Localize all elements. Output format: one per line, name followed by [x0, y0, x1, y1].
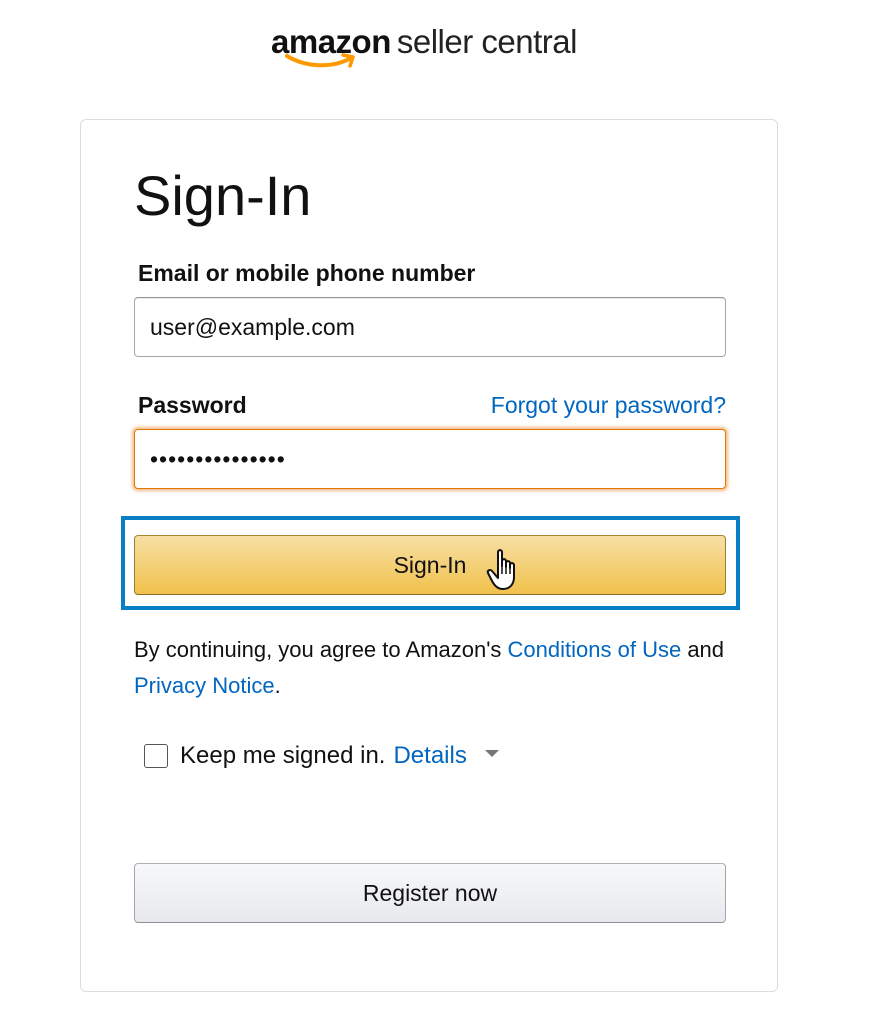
forgot-password-link[interactable]: Forgot your password? [491, 391, 726, 419]
caret-down-icon[interactable] [484, 749, 499, 757]
password-label: Password [138, 392, 247, 418]
page-title: Sign-In [134, 164, 312, 227]
legal-prefix: By continuing, you agree to Amazon's [134, 637, 508, 662]
hand-pointer-icon [486, 549, 515, 590]
keep-signed-in-label[interactable]: Keep me signed in. [180, 742, 385, 770]
conditions-of-use-link[interactable]: Conditions of Use [508, 637, 682, 662]
legal-and: and [681, 637, 725, 662]
email-label: Email or mobile phone number [138, 260, 476, 286]
legal-suffix: . [274, 673, 281, 698]
signin-button-label: Sign-In [393, 552, 467, 578]
legal-notice: By continuing, you agree to Amazon's Con… [134, 632, 734, 704]
email-input[interactable] [134, 297, 726, 357]
register-now-button[interactable]: Register now [134, 863, 726, 923]
logo-product-text: seller central [396, 23, 578, 60]
register-button-label: Register now [362, 880, 498, 906]
amazon-smile-icon [285, 53, 355, 68]
password-input[interactable] [134, 429, 726, 489]
signin-button[interactable]: Sign-In [134, 535, 726, 595]
keep-signed-in-checkbox[interactable] [144, 744, 168, 768]
keep-signed-in-row: Keep me signed in. Details [144, 738, 499, 774]
details-link[interactable]: Details [393, 742, 466, 770]
privacy-notice-link[interactable]: Privacy Notice [134, 673, 275, 698]
amazon-seller-central-logo: amazon seller central [271, 22, 601, 74]
